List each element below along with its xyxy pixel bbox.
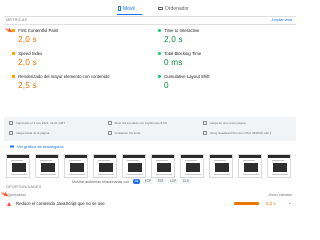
filmstrip-frame	[238, 154, 262, 178]
metric-label: Cumulative Layout Shift	[164, 74, 210, 79]
filmstrip-frame	[35, 154, 59, 178]
view-treemap-link[interactable]: Ver gráfico de rectángulos	[10, 144, 63, 149]
metric-value: 0	[164, 81, 169, 90]
metric-value: 2,0 s	[18, 58, 37, 67]
metric-cls: Cumulative Layout Shift 0	[158, 74, 278, 96]
view-treemap-label: Ver gráfico de rectángulos	[17, 144, 64, 149]
filmstrip-frame	[209, 154, 233, 178]
metric-label: Time to Interactive	[164, 28, 200, 33]
mobile-icon	[118, 6, 121, 11]
savings-bar	[234, 202, 259, 205]
tab-mobile-label: Móvil	[123, 5, 135, 12]
metric-label: Speed Index	[18, 51, 43, 56]
filter-label: Mostrar auditorías relacionadas con:	[72, 179, 131, 184]
info-browser: Using HeadlessChromium 95.0.4638.69 with…	[203, 131, 271, 135]
metric-tbt: Total Blocking Time 0 ms	[158, 51, 278, 73]
desktop-icon	[158, 6, 163, 11]
tabs-divider	[4, 15, 296, 17]
network-icon	[108, 131, 112, 135]
filter-chip-fcp[interactable]: FCP	[142, 179, 154, 184]
filter-chip-tbt[interactable]: TBT	[155, 179, 166, 184]
filmstrip	[6, 154, 294, 178]
filmstrip-frame	[267, 154, 291, 178]
filmstrip-frame	[180, 154, 204, 178]
metrics-title: MÉTRICAS	[6, 18, 28, 22]
info-initial-load: Carga inicial de la página	[9, 131, 49, 135]
metric-lcp: Renderizado del mayor elemento con conte…	[12, 74, 152, 96]
page-icon	[203, 121, 207, 125]
metric-value: 2,5 s	[18, 81, 37, 90]
info-text: Limitación 4G lenta	[114, 131, 141, 135]
timer-icon	[9, 131, 13, 135]
good-circle-icon	[158, 28, 162, 33]
info-device: Moto G4 emulado con Lighthouse 8.6.0	[108, 121, 167, 125]
filter-chip-cls[interactable]: CLS	[180, 179, 191, 184]
treemap-icon	[10, 144, 14, 149]
info-text: Moto G4 emulado con Lighthouse 8.6.0	[114, 121, 168, 125]
fail-triangle-icon	[7, 202, 11, 206]
info-text: Capturado el 3 nov 2021, 13:21 GMT	[15, 121, 66, 125]
metric-fcp: First Contentful Paint 2,0 s	[12, 28, 132, 50]
opportunity-row[interactable]: Reduce el contenido JavaScript que no se…	[4, 199, 296, 211]
filmstrip-frame	[93, 154, 117, 178]
info-text: Carga inicial de la página	[15, 131, 50, 135]
metric-speed-index: Speed Index 2,0 s	[12, 51, 132, 73]
average-square-icon	[12, 51, 16, 56]
metric-label: Total Blocking Time	[164, 51, 202, 56]
metric-label: First Contentful Paint	[18, 28, 59, 33]
opportunities-title: OPORTUNIDADES	[6, 185, 42, 189]
filmstrip-frame	[122, 154, 146, 178]
tab-desktop[interactable]: Ordenador	[158, 2, 189, 15]
calendar-icon	[9, 121, 13, 125]
metric-tti: Time to Interactive 2,0 s	[158, 28, 278, 50]
info-text: Carga de una única página	[209, 121, 246, 125]
filmstrip-frame	[151, 154, 175, 178]
device-tabs: Móvil Ordenador	[0, 0, 300, 16]
metric-value: 2,0 s	[18, 35, 37, 44]
device-icon	[108, 121, 112, 125]
metrics-divider	[4, 24, 296, 25]
filter-chip-lcp[interactable]: LCP	[168, 179, 179, 184]
chevron-down-icon[interactable]: ⌄	[288, 200, 292, 206]
good-circle-icon	[158, 51, 162, 56]
metric-value: 0 ms	[164, 58, 183, 67]
opportunity-label: Reduce el contenido JavaScript que no se…	[16, 201, 105, 206]
average-square-icon	[12, 74, 16, 79]
good-circle-icon	[158, 74, 162, 79]
info-captured: Capturado el 3 nov 2021, 13:21 GMT	[9, 121, 65, 125]
browser-icon	[203, 131, 207, 135]
filter-chip-all[interactable]: All	[132, 179, 141, 184]
metric-value: 2,0 s	[164, 35, 183, 44]
info-throttling: Limitación 4G lenta	[108, 131, 140, 135]
opportunity-column-label: Oportunidad	[8, 193, 26, 197]
expand-view-link[interactable]: Ampliar vista	[271, 18, 292, 22]
savings-column-label: Ahorro estimado	[268, 193, 292, 197]
info-text: Using HeadlessChromium 95.0.4638.69 with…	[209, 131, 272, 135]
audit-filter: Mostrar auditorías relacionadas con: All…	[72, 179, 191, 184]
opportunity-savings: 0,3 s	[266, 200, 276, 206]
metric-label: Renderizado del mayor elemento con conte…	[18, 74, 110, 79]
filmstrip-frame	[6, 154, 30, 178]
filmstrip-frame	[64, 154, 88, 178]
tab-desktop-label: Ordenador	[165, 5, 189, 12]
info-single-load: Carga de una única página	[203, 121, 246, 125]
